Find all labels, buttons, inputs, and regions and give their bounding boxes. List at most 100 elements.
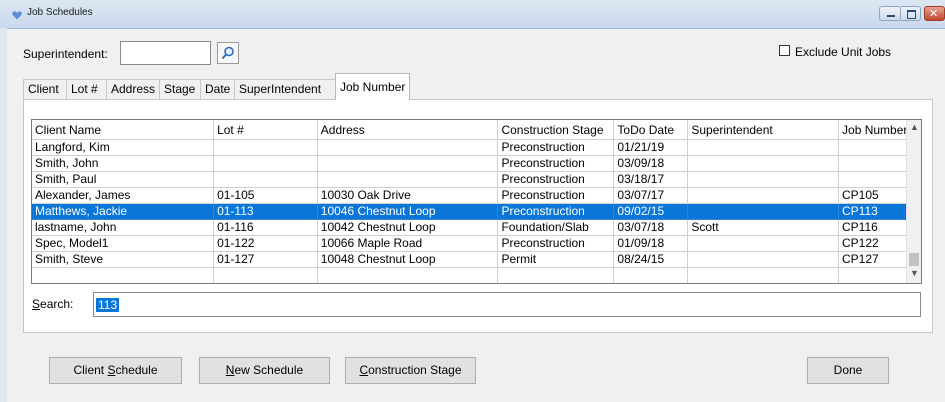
- table-cell: 10030 Oak Drive: [317, 187, 499, 204]
- client-schedule-button[interactable]: Client Schedule: [49, 357, 182, 384]
- table-cell: 10048 Chestnut Loop: [317, 251, 499, 268]
- table-cell: Scott: [687, 219, 840, 236]
- tab-superintendent[interactable]: SuperIntendent: [234, 79, 336, 99]
- column-header[interactable]: ToDo Date: [613, 120, 689, 140]
- button-label-part: onstruction Stage: [368, 363, 462, 377]
- column-header[interactable]: Superintendent: [687, 120, 840, 140]
- superintendent-search-button[interactable]: [217, 42, 239, 64]
- table-cell: 10066 Maple Road: [317, 235, 499, 252]
- table-cell: [213, 267, 318, 283]
- superintendent-label: Superintendent:: [23, 47, 108, 61]
- tab-address[interactable]: Address: [106, 79, 160, 99]
- table-cell: Smith, Steve: [32, 251, 215, 268]
- table-cell: [317, 171, 499, 188]
- magnifier-icon: [221, 46, 234, 60]
- table-cell: 10042 Chestnut Loop: [317, 219, 499, 236]
- exclude-unit-jobs-label[interactable]: Exclude Unit Jobs: [795, 45, 891, 59]
- table-row[interactable]: Spec, Model1 01-122 10066 Maple Road Precon…: [32, 235, 921, 252]
- table-cell: [687, 139, 840, 156]
- construction-stage-button[interactable]: Construction Stage: [345, 357, 476, 384]
- tab-lot[interactable]: Lot #: [66, 79, 107, 99]
- table-cell: 01/09/18: [613, 235, 689, 252]
- table-cell: [687, 203, 840, 220]
- table-cell: 01-122: [213, 235, 318, 252]
- table-cell: Langford, Kim: [32, 139, 215, 156]
- button-label-part: ew Schedule: [234, 363, 304, 377]
- table-cell: [687, 171, 840, 188]
- column-header[interactable]: Client Name: [32, 120, 215, 140]
- table-cell: Preconstruction: [497, 171, 615, 188]
- close-button[interactable]: ✕: [924, 6, 945, 21]
- tab-stage[interactable]: Stage: [159, 79, 201, 99]
- table-cell: [687, 251, 840, 268]
- new-schedule-button[interactable]: New Schedule: [199, 357, 330, 384]
- minimize-button[interactable]: [879, 6, 901, 21]
- jobs-grid[interactable]: Client Name Lot # Address Construction S…: [31, 119, 922, 284]
- scroll-up-icon[interactable]: ▲: [910, 122, 919, 132]
- table-row[interactable]: Matthews, Jackie 01-113 10046 Chestnut Loo…: [32, 203, 921, 220]
- table-cell: 03/18/17: [613, 171, 689, 188]
- table-cell: [613, 267, 689, 283]
- table-cell: Smith, John: [32, 155, 215, 172]
- done-button[interactable]: Done: [807, 357, 889, 384]
- table-cell: 01-116: [213, 219, 318, 236]
- tab-date[interactable]: Date: [200, 79, 235, 99]
- table-cell: 03/09/18: [613, 155, 689, 172]
- table-cell: 01-113: [213, 203, 318, 220]
- table-row[interactable]: Langford, Kim Preconstruction 01/21/19: [32, 139, 921, 156]
- column-header[interactable]: Lot #: [213, 120, 318, 140]
- column-header[interactable]: Construction Stage: [497, 120, 615, 140]
- table-cell: [317, 139, 499, 156]
- search-value: 113: [96, 298, 120, 312]
- column-header[interactable]: Address: [317, 120, 499, 140]
- superintendent-input[interactable]: [120, 41, 211, 65]
- job-schedules-window: Job Schedules ✕ Superintendent: Exclude …: [0, 0, 945, 402]
- scroll-down-icon[interactable]: ▼: [910, 268, 919, 278]
- tab-job-number[interactable]: Job Number: [335, 73, 410, 100]
- search-label-mnemonic: S: [32, 297, 41, 311]
- table-cell: [213, 171, 318, 188]
- table-row[interactable]: lastname, John 01-116 10042 Chestnut Loop F…: [32, 219, 921, 236]
- search-input[interactable]: 113: [93, 292, 921, 317]
- table-cell: [32, 267, 215, 283]
- table-row[interactable]: Smith, Steve 01-127 10048 Chestnut Loop Per…: [32, 251, 921, 268]
- table-cell: 10046 Chestnut Loop: [317, 203, 499, 220]
- heart-app-icon: [12, 9, 22, 20]
- table-cell: Preconstruction: [497, 139, 615, 156]
- table-cell: 01-127: [213, 251, 318, 268]
- minimize-icon: [887, 15, 895, 17]
- table-cell: Smith, Paul: [32, 171, 215, 188]
- table-cell: 03/07/18: [613, 219, 689, 236]
- table-cell: Preconstruction: [497, 203, 615, 220]
- button-label-mnemonic: C: [359, 363, 369, 377]
- table-cell: [497, 267, 615, 283]
- table-cell: [317, 155, 499, 172]
- close-icon: ✕: [929, 8, 939, 20]
- search-label-rest: earch:: [40, 297, 74, 311]
- title-bar[interactable]: Job Schedules ✕: [0, 0, 945, 29]
- table-cell: [687, 267, 840, 283]
- table-cell: Permit: [497, 251, 615, 268]
- jobs-table: Client Name Lot # Address Construction S…: [32, 120, 921, 283]
- table-cell: 03/07/17: [613, 187, 689, 204]
- button-label-part: Client: [73, 363, 108, 377]
- table-cell: Preconstruction: [497, 235, 615, 252]
- tab-client[interactable]: Client: [23, 79, 67, 99]
- maximize-icon: [907, 10, 916, 19]
- table-cell: [213, 139, 318, 156]
- grid-vertical-scrollbar[interactable]: ▲ ▼: [906, 120, 921, 283]
- table-cell: Preconstruction: [497, 155, 615, 172]
- grid-header-row: Client Name Lot # Address Construction S…: [32, 120, 921, 140]
- table-cell: Spec, Model1: [32, 235, 215, 252]
- scroll-thumb[interactable]: [909, 253, 919, 266]
- exclude-unit-jobs-checkbox[interactable]: [779, 45, 790, 56]
- table-row[interactable]: Smith, Paul Preconstruction 03/18/17: [32, 171, 921, 188]
- table-row[interactable]: [32, 267, 921, 283]
- table-cell: [687, 235, 840, 252]
- table-cell: 08/24/15: [613, 251, 689, 268]
- table-row[interactable]: Alexander, James 01-105 10030 Oak Drive Pre…: [32, 187, 921, 204]
- window-frame-edge: [0, 28, 7, 402]
- maximize-button[interactable]: [901, 6, 921, 21]
- table-cell: [687, 187, 840, 204]
- table-row[interactable]: Smith, John Preconstruction 03/09/18: [32, 155, 921, 172]
